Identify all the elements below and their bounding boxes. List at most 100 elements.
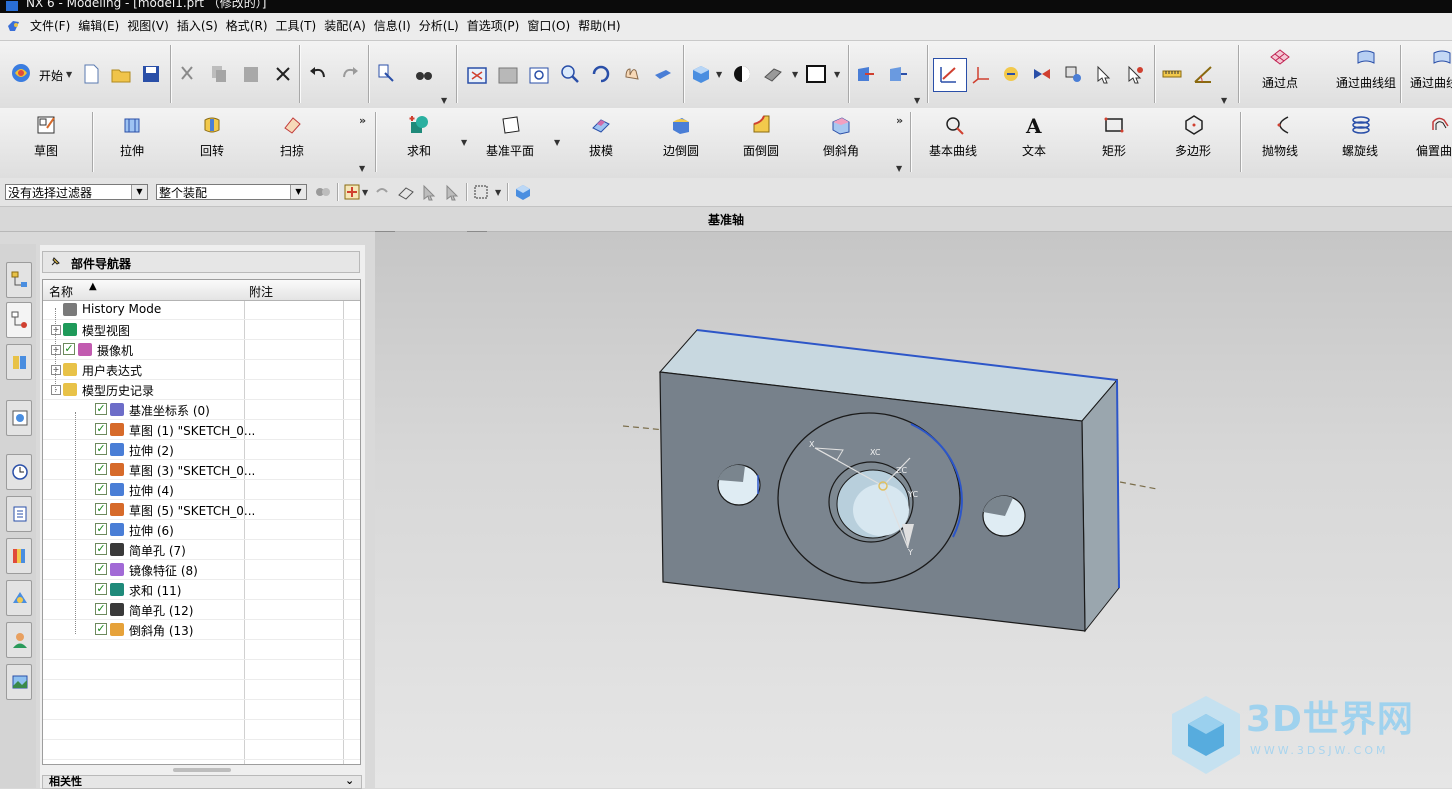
visibility-checkbox[interactable]: ✓ xyxy=(95,603,107,615)
tree-row[interactable]: ✓ 基准坐标系 (0) xyxy=(43,400,360,420)
history-tab[interactable] xyxy=(6,454,32,490)
select-body-icon[interactable] xyxy=(1031,63,1053,85)
visibility-checkbox[interactable]: ✓ xyxy=(95,523,107,535)
start-button-label[interactable]: 开始 xyxy=(39,67,63,84)
sweep-icon[interactable] xyxy=(281,114,303,136)
through-curve-mesh-label[interactable]: 通过曲线组 xyxy=(1336,74,1396,91)
background-icon[interactable] xyxy=(805,63,827,85)
chevron-down-icon[interactable]: ▼ xyxy=(131,185,147,199)
menu-help[interactable]: 帮助(H) xyxy=(576,18,626,34)
text-label[interactable]: 文本 xyxy=(1022,142,1046,159)
select-component-icon[interactable] xyxy=(1124,63,1146,85)
unite-dropdown-arrow[interactable]: ▼ xyxy=(461,138,467,147)
background-arrow[interactable]: ▼ xyxy=(834,70,840,79)
offset-curve-label[interactable]: 偏置曲 xyxy=(1416,142,1452,159)
toolbar1-options-arrow[interactable]: ▼ xyxy=(441,96,447,105)
toolbar1b-options-arrow[interactable]: ▼ xyxy=(914,96,920,105)
visibility-checkbox[interactable]: ✓ xyxy=(95,483,107,495)
sketch-label[interactable]: 草图 xyxy=(34,142,58,159)
revolve-label[interactable]: 回转 xyxy=(200,142,224,159)
revolve-icon[interactable] xyxy=(201,114,223,136)
menu-insert[interactable]: 插入(S) xyxy=(175,18,224,34)
reuse-library-tab[interactable] xyxy=(6,344,32,380)
rectangle-label[interactable]: 矩形 xyxy=(1102,142,1126,159)
polygon-label[interactable]: 多边形 xyxy=(1175,142,1211,159)
nx-menu-icon[interactable] xyxy=(7,19,21,33)
zoom-window-icon[interactable] xyxy=(497,65,519,87)
extrude-icon[interactable] xyxy=(121,114,143,136)
select-face-icon[interactable] xyxy=(1062,63,1084,85)
tree-row[interactable]: + 模型视图 xyxy=(43,320,360,340)
basic-curves-label[interactable]: 基本曲线 xyxy=(929,142,977,159)
face-blend-label[interactable]: 面倒圆 xyxy=(743,142,779,159)
roles-tab[interactable] xyxy=(6,622,32,658)
start-icon[interactable] xyxy=(10,62,32,84)
panel-splitter-handle[interactable] xyxy=(173,768,231,772)
part-navigator-tab[interactable] xyxy=(6,302,32,338)
tree-row[interactable]: History Mode xyxy=(43,300,360,320)
rendering-style-icon[interactable] xyxy=(731,63,753,85)
perspective-icon[interactable] xyxy=(652,63,674,85)
helix-label[interactable]: 螺旋线 xyxy=(1342,142,1378,159)
menu-view[interactable]: 视图(V) xyxy=(125,18,175,34)
tree-row[interactable]: ✓ 求和 (11) xyxy=(43,580,360,600)
tree-row[interactable]: + 用户表达式 xyxy=(43,360,360,380)
work-layer-icon[interactable] xyxy=(855,63,877,85)
tree-row[interactable]: ✓ 简单孔 (12) xyxy=(43,600,360,620)
select-edge-icon[interactable] xyxy=(1093,63,1115,85)
process-studio-tab[interactable] xyxy=(6,580,32,616)
chevron-down-icon[interactable]: ▼ xyxy=(290,185,306,199)
text-icon[interactable]: A xyxy=(1023,114,1045,136)
rectangle-icon[interactable] xyxy=(1103,114,1125,136)
expand-node-icon[interactable]: + xyxy=(51,345,61,355)
menu-preferences[interactable]: 首选项(P) xyxy=(465,18,526,34)
draft-label[interactable]: 拔模 xyxy=(589,142,613,159)
system-scenes-tab[interactable] xyxy=(6,664,32,700)
selection-scope-combo[interactable]: 整个装配 ▼ xyxy=(156,184,307,200)
menu-information[interactable]: 信息(I) xyxy=(372,18,417,34)
datum-axis-right[interactable] xyxy=(1119,481,1158,490)
snap-point-icon[interactable] xyxy=(343,183,361,201)
view-orientation-arrow[interactable]: ▼ xyxy=(716,70,722,79)
new-file-icon[interactable] xyxy=(80,63,102,85)
part-navigator-tree[interactable]: 名称 ▲ 附注 History Mode + 模型视图 + ✓ 摄像机 + 用户表达式 - 模型历… xyxy=(42,279,361,765)
expand-node-icon[interactable]: + xyxy=(51,325,61,335)
basic-curves-icon[interactable] xyxy=(943,114,965,136)
rectangle-select-arrow[interactable]: ▼ xyxy=(495,188,501,197)
edge-blend-icon[interactable] xyxy=(670,114,692,136)
select-feature-icon[interactable] xyxy=(938,63,960,85)
extrude-label[interactable]: 拉伸 xyxy=(120,142,144,159)
through-curves-label[interactable]: 通过曲线 xyxy=(1410,74,1452,91)
visibility-checkbox[interactable]: ✓ xyxy=(63,343,75,355)
datum-axis-left[interactable] xyxy=(622,425,666,431)
save-icon[interactable] xyxy=(140,63,162,85)
column-note-header[interactable]: 附注 xyxy=(249,283,273,300)
tree-row[interactable]: - 模型历史记录 xyxy=(43,380,360,400)
collapse-chevron-icon[interactable]: ⌄ xyxy=(345,775,354,786)
filter-settings-icon[interactable] xyxy=(314,183,332,201)
through-points-icon[interactable] xyxy=(1269,47,1291,69)
visibility-checkbox[interactable]: ✓ xyxy=(95,623,107,635)
helix-icon[interactable] xyxy=(1350,114,1372,136)
tree-row[interactable]: ✓ 倒斜角 (13) xyxy=(43,620,360,640)
select-chain-icon[interactable] xyxy=(443,183,461,201)
delete-icon[interactable] xyxy=(272,63,294,85)
menu-edit[interactable]: 编辑(E) xyxy=(76,18,125,34)
sweep-label[interactable]: 扫掠 xyxy=(280,142,304,159)
unite-icon[interactable] xyxy=(408,114,430,136)
menu-window[interactable]: 窗口(O) xyxy=(525,18,576,34)
through-curves-icon[interactable] xyxy=(1431,47,1452,69)
eraser-icon[interactable] xyxy=(397,183,415,201)
select-csys-icon[interactable] xyxy=(970,63,992,85)
visibility-checkbox[interactable]: ✓ xyxy=(95,403,107,415)
system-materials-tab[interactable] xyxy=(6,496,32,532)
face-blend-icon[interactable] xyxy=(750,114,772,136)
cut-icon[interactable] xyxy=(177,63,199,85)
tree-row[interactable]: ✓ 草图 (3) "SKETCH_0... xyxy=(43,460,360,480)
parabola-label[interactable]: 抛物线 xyxy=(1262,142,1298,159)
through-points-label[interactable]: 通过点 xyxy=(1262,74,1298,91)
undo-icon[interactable] xyxy=(307,63,329,85)
select-intent-icon[interactable] xyxy=(420,183,438,201)
rectangle-select-icon[interactable] xyxy=(472,183,490,201)
collapse-node-icon[interactable]: - xyxy=(51,385,61,395)
